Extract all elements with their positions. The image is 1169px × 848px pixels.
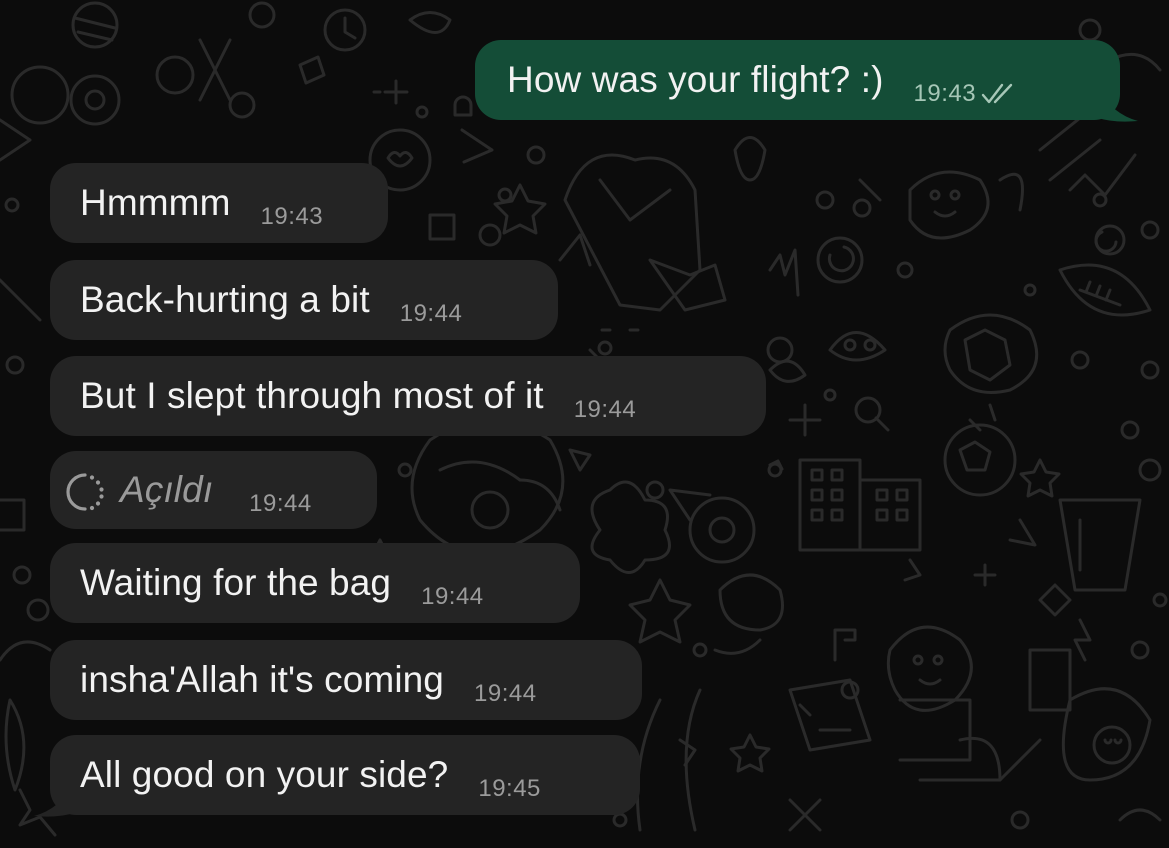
message-text: Açıldı <box>120 469 214 510</box>
incoming-message[interactable]: But I slept through most of it 19:44 <box>50 356 766 436</box>
incoming-message[interactable]: insha'Allah it's coming 19:44 <box>50 640 642 720</box>
message-text: All good on your side? <box>80 754 449 795</box>
message-text: Back-hurting a bit <box>80 279 370 320</box>
chat-message-list[interactable]: How was your flight? :) 19:43 Hmmmm 19:4… <box>0 0 1169 848</box>
message-timestamp: 19:43 <box>260 203 324 230</box>
message-timestamp: 19:44 <box>421 583 484 610</box>
view-once-opened-icon <box>66 473 104 511</box>
message-text: Waiting for the bag <box>80 562 392 603</box>
message-text: How was your flight? :) <box>507 59 884 100</box>
incoming-bubble-tail <box>34 783 74 817</box>
message-text: Hmmmm <box>80 182 231 223</box>
outgoing-message[interactable]: How was your flight? :) 19:43 <box>475 40 1120 120</box>
message-timestamp: 19:43 <box>913 80 977 107</box>
message-timestamp: 19:44 <box>474 680 537 707</box>
incoming-message[interactable]: Hmmmm 19:43 <box>50 163 388 243</box>
incoming-message[interactable]: Back-hurting a bit 19:44 <box>50 260 558 340</box>
view-once-opened-message[interactable]: Açıldı 19:44 <box>50 451 377 529</box>
read-double-check-icon <box>981 83 1013 104</box>
message-timestamp: 19:44 <box>399 300 463 327</box>
message-text: insha'Allah it's coming <box>80 659 444 700</box>
incoming-message[interactable]: Waiting for the bag 19:44 <box>50 543 580 623</box>
message-timestamp: 19:44 <box>573 396 637 423</box>
incoming-message[interactable]: All good on your side? 19:45 <box>50 735 640 815</box>
message-text: But I slept through most of it <box>80 375 544 416</box>
message-timestamp: 19:45 <box>478 775 541 802</box>
outgoing-bubble-tail <box>1098 88 1138 122</box>
message-timestamp: 19:44 <box>249 490 312 517</box>
